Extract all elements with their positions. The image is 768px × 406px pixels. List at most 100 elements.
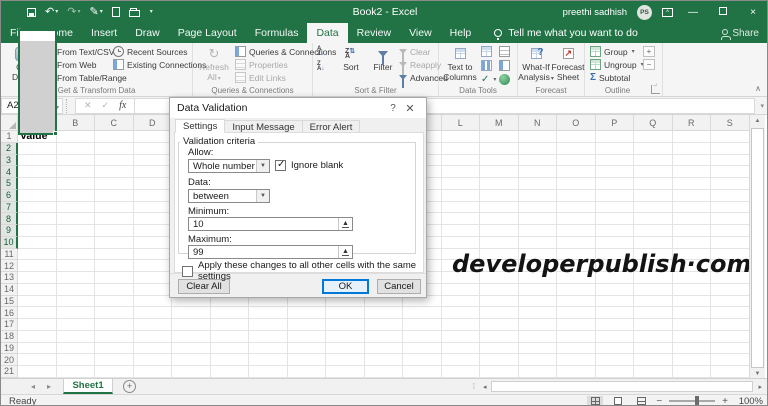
grid-cell-D8[interactable] <box>134 213 173 225</box>
open-file-button[interactable] <box>129 8 140 17</box>
horizontal-scrollbar[interactable]: ⁞ ◂ ▸ <box>473 379 768 394</box>
grid-cell-M3[interactable] <box>480 155 519 167</box>
grid-cell-F19[interactable] <box>211 343 250 355</box>
grid-cell-M7[interactable] <box>480 202 519 214</box>
dialog-title-bar[interactable]: Data Validation ? ✕ <box>170 98 426 118</box>
grid-cell-C9[interactable] <box>95 225 134 237</box>
grid-cell-R6[interactable] <box>673 190 712 202</box>
zoom-slider-thumb[interactable] <box>695 396 699 406</box>
grid-cell-H17[interactable] <box>288 319 327 331</box>
grid-cell-P2[interactable] <box>596 143 635 155</box>
manage-data-model-button[interactable] <box>499 74 510 85</box>
grid-cell-R5[interactable] <box>673 178 712 190</box>
allow-select[interactable]: Whole number ▼ <box>188 159 270 173</box>
grid-cell-A14[interactable] <box>18 284 57 296</box>
grid-cell-S15[interactable] <box>711 296 750 308</box>
grid-cell-N18[interactable] <box>519 331 558 343</box>
grid-cell-A18[interactable] <box>18 331 57 343</box>
grid-cell-A21[interactable] <box>18 366 57 378</box>
grid-cell-D19[interactable] <box>134 343 173 355</box>
grid-cell-Q10[interactable] <box>634 237 673 249</box>
select-all-corner[interactable] <box>1 115 18 131</box>
grid-cell-D4[interactable] <box>134 166 173 178</box>
grid-cell-K18[interactable] <box>403 331 442 343</box>
grid-cell-S3[interactable] <box>711 155 750 167</box>
dialog-help-icon[interactable]: ? <box>385 103 401 114</box>
grid-cell-N16[interactable] <box>519 307 558 319</box>
grid-cell-R17[interactable] <box>673 319 712 331</box>
tab-view[interactable]: View <box>400 23 441 43</box>
page-break-view-button[interactable] <box>633 396 649 406</box>
grid-cell-O5[interactable] <box>557 178 596 190</box>
grid-cell-L8[interactable] <box>442 213 481 225</box>
grid-cell-R19[interactable] <box>673 343 712 355</box>
grid-cell-C12[interactable] <box>95 260 134 272</box>
grid-cell-D2[interactable] <box>134 143 173 155</box>
sheet-tab-sheet1[interactable]: Sheet1 <box>63 379 113 394</box>
row-header-15[interactable]: 15 <box>1 296 18 308</box>
grid-cell-A4[interactable] <box>18 166 57 178</box>
grid-cell-P3[interactable] <box>596 155 635 167</box>
sort-button[interactable]: Z⇅A Sort <box>337 45 365 73</box>
column-header-N[interactable]: N <box>519 115 558 131</box>
grid-cell-Q5[interactable] <box>634 178 673 190</box>
grid-cell-L7[interactable] <box>442 202 481 214</box>
grid-cell-N20[interactable] <box>519 354 558 366</box>
grid-cell-N17[interactable] <box>519 319 558 331</box>
grid-cell-O9[interactable] <box>557 225 596 237</box>
grid-cell-P10[interactable] <box>596 237 635 249</box>
grid-cell-O14[interactable] <box>557 284 596 296</box>
data-select[interactable]: between ▼ <box>188 189 270 203</box>
grid-cell-B13[interactable] <box>57 272 96 284</box>
grid-cell-N1[interactable] <box>519 131 558 143</box>
grid-cell-S20[interactable] <box>711 354 750 366</box>
grid-cell-P15[interactable] <box>596 296 635 308</box>
column-header-L[interactable]: L <box>442 115 481 131</box>
grid-cell-D6[interactable] <box>134 190 173 202</box>
grid-cell-P1[interactable] <box>596 131 635 143</box>
next-sheet-icon[interactable]: ▸ <box>41 379 57 394</box>
dialog-close-icon[interactable]: ✕ <box>401 102 419 115</box>
grid-cell-Q8[interactable] <box>634 213 673 225</box>
active-cell[interactable] <box>20 31 55 41</box>
grid-cell-P16[interactable] <box>596 307 635 319</box>
grid-cell-D18[interactable] <box>134 331 173 343</box>
column-header-D[interactable]: D <box>134 115 173 131</box>
grid-cell-M6[interactable] <box>480 190 519 202</box>
grid-cell-B14[interactable] <box>57 284 96 296</box>
grid-cell-R16[interactable] <box>673 307 712 319</box>
grid-cell-R21[interactable] <box>673 366 712 378</box>
row-header-8[interactable]: 8 <box>1 213 18 225</box>
grid-cell-S19[interactable] <box>711 343 750 355</box>
grid-cell-B7[interactable] <box>57 202 96 214</box>
grid-cell-I18[interactable] <box>326 331 365 343</box>
grid-cell-O10[interactable] <box>557 237 596 249</box>
grid-cell-E16[interactable] <box>172 307 211 319</box>
grid-cell-C7[interactable] <box>95 202 134 214</box>
customize-qat-button[interactable]: ▾ <box>149 9 153 15</box>
grid-cell-M1[interactable] <box>480 131 519 143</box>
grid-cell-C21[interactable] <box>95 366 134 378</box>
cell-selection[interactable] <box>18 29 57 135</box>
allow-dropdown-icon[interactable]: ▼ <box>256 160 269 172</box>
grid-cell-C19[interactable] <box>95 343 134 355</box>
grid-cell-L18[interactable] <box>442 331 481 343</box>
grid-cell-L14[interactable] <box>442 284 481 296</box>
grid-cell-P6[interactable] <box>596 190 635 202</box>
insert-function-icon[interactable]: fx <box>119 100 126 111</box>
row-header-19[interactable]: 19 <box>1 343 18 355</box>
touch-mode-button[interactable]: ✎▾ <box>89 7 102 18</box>
grid-cell-Q7[interactable] <box>634 202 673 214</box>
grid-cell-K20[interactable] <box>403 354 442 366</box>
minimum-range-select-button[interactable]: ▲ <box>338 218 352 230</box>
grid-cell-R1[interactable] <box>673 131 712 143</box>
grid-cell-I21[interactable] <box>326 366 365 378</box>
grid-cell-A8[interactable] <box>18 213 57 225</box>
grid-cell-R18[interactable] <box>673 331 712 343</box>
grid-cell-S5[interactable] <box>711 178 750 190</box>
grid-cell-A12[interactable] <box>18 260 57 272</box>
save-button[interactable] <box>27 8 36 17</box>
grid-cell-P20[interactable] <box>596 354 635 366</box>
grid-cell-M9[interactable] <box>480 225 519 237</box>
grid-cell-D21[interactable] <box>134 366 173 378</box>
